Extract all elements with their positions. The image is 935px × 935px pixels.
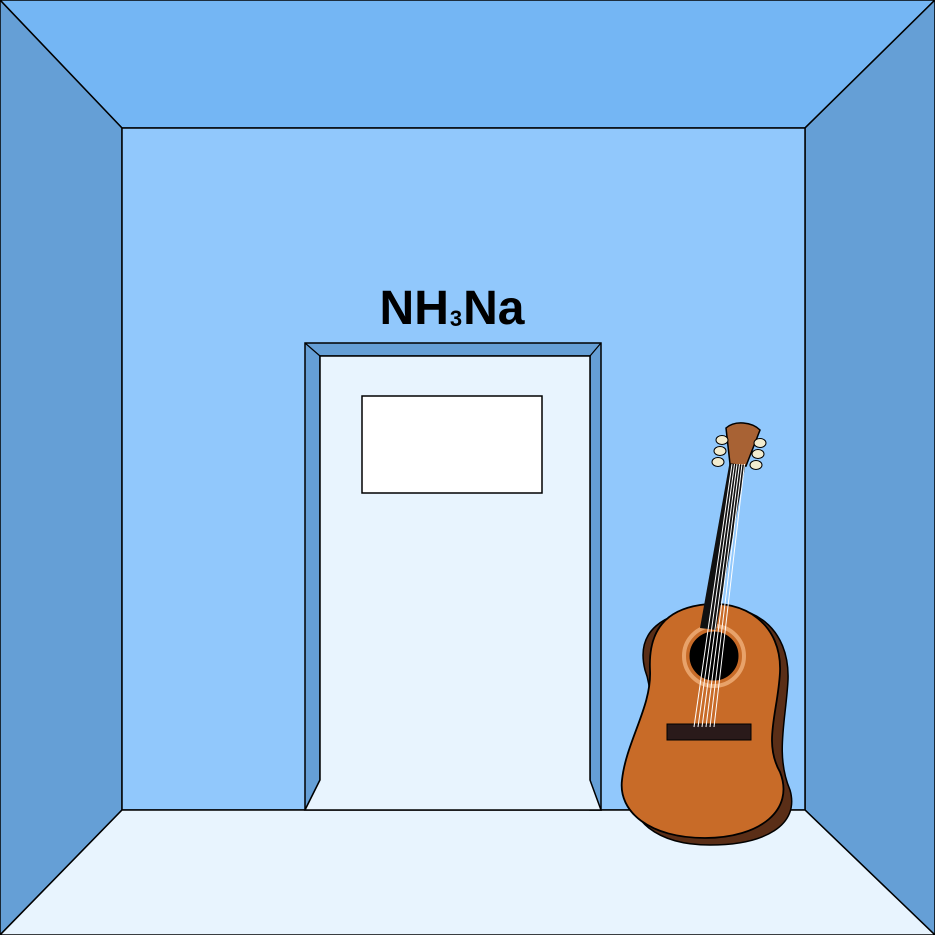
floor [0, 809, 935, 935]
room-canvas [0, 0, 935, 935]
room-scene: NH 3 Na [0, 0, 935, 935]
door-sign-subscript: 3 [449, 306, 463, 331]
guitar-bridge [666, 723, 752, 741]
left-wall [0, 0, 123, 935]
door-sign-suffix: Na [463, 282, 525, 335]
door-window[interactable] [361, 395, 543, 494]
door-sign-prefix: NH [379, 282, 449, 335]
door-sign: NH 3 Na [300, 278, 604, 340]
right-wall [804, 0, 935, 935]
ceiling [0, 0, 935, 129]
